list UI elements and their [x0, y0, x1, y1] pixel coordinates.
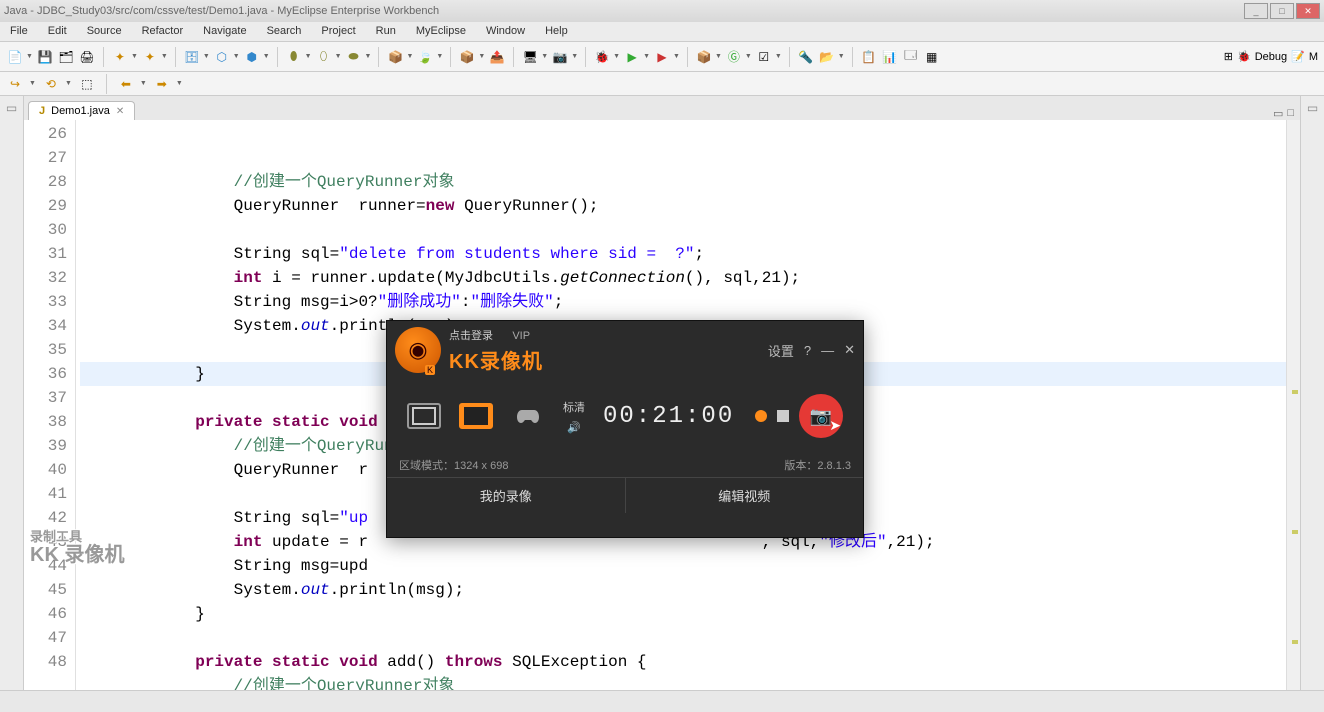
kk-titlebar[interactable]: ◉ 点击登录 VIP KK录像机 设置 ? — ✕: [387, 321, 863, 379]
kk-mode-game[interactable]: [511, 403, 545, 429]
kk-recorder-window[interactable]: ◉ 点击登录 VIP KK录像机 设置 ? — ✕ 标清 🔊 00:21:00 …: [386, 320, 864, 538]
tool2-icon[interactable]: ⬢: [243, 48, 261, 66]
kk-login-link[interactable]: 点击登录: [449, 330, 493, 342]
status-bar: [0, 690, 1324, 712]
misc4-icon[interactable]: ▦: [923, 48, 941, 66]
ext-icon[interactable]: ▶: [653, 48, 671, 66]
class-icon[interactable]: Ⓖ: [725, 48, 743, 66]
kk-settings-link[interactable]: 设置: [768, 341, 794, 360]
kk-mode-info: 区域模式：1324 x 698: [399, 457, 508, 473]
kk-version: 版本：2.8.1.3: [784, 457, 851, 473]
kk-quality-label[interactable]: 标清: [563, 399, 585, 415]
print-icon[interactable]: 🖨: [78, 48, 96, 66]
restore-view-icon[interactable]: ▭: [0, 96, 23, 120]
bug-icon: 🐞: [1237, 50, 1251, 63]
main-toolbar: 📄▼ 💾 🗂 🖨 ✦▼ ✦▼ 🗄▼ ⬡▼ ⬢▼ ⬮▼ ⬯▼ ⬬▼ 📦▼ 🍃▼ 📦…: [0, 42, 1324, 72]
search-icon[interactable]: 🔦: [797, 48, 815, 66]
spring-icon[interactable]: 🍃: [416, 48, 434, 66]
bean-icon[interactable]: ⬮: [285, 48, 303, 66]
kk-mode-fullscreen[interactable]: [407, 403, 441, 429]
new-icon[interactable]: 📄: [6, 48, 24, 66]
menu-project[interactable]: Project: [311, 22, 365, 41]
nav2-icon[interactable]: ⟲: [42, 75, 60, 93]
run-icon[interactable]: ▶: [623, 48, 641, 66]
menu-search[interactable]: Search: [257, 22, 312, 41]
pkg-icon[interactable]: 📦: [695, 48, 713, 66]
camera-icon[interactable]: 📷: [551, 48, 569, 66]
db-icon[interactable]: 🗄: [183, 48, 201, 66]
menu-help[interactable]: Help: [535, 22, 578, 41]
minimize-button[interactable]: _: [1244, 3, 1268, 19]
deploy-icon[interactable]: 📤: [488, 48, 506, 66]
close-tab-icon[interactable]: ✕: [116, 106, 124, 117]
kk-stop-button[interactable]: [777, 410, 789, 422]
back-icon[interactable]: ⬅: [117, 75, 135, 93]
debug-icon[interactable]: 🐞: [593, 48, 611, 66]
kk-screenshot-button[interactable]: 📷➤: [799, 394, 843, 438]
menu-refactor[interactable]: Refactor: [132, 22, 194, 41]
menu-edit[interactable]: Edit: [38, 22, 77, 41]
open-perspective-icon[interactable]: ⊞: [1224, 50, 1233, 63]
open-icon[interactable]: 📂: [818, 48, 836, 66]
editor-tabstrip: J Demo1.java ✕ ▭ □: [24, 96, 1300, 120]
line-gutter: 2627282930313233343536373839404142434445…: [24, 120, 76, 690]
maximize-button[interactable]: □: [1270, 3, 1294, 19]
menu-window[interactable]: Window: [476, 22, 535, 41]
kk-controls: 标清 🔊 00:21:00 📷➤: [387, 379, 863, 453]
perspective-switcher[interactable]: ⊞ 🐞 Debug 📝 M: [1224, 50, 1318, 63]
close-button[interactable]: ✕: [1296, 3, 1320, 19]
misc2-icon[interactable]: 📊: [881, 48, 899, 66]
bean2-icon[interactable]: ⬯: [315, 48, 333, 66]
struts-icon[interactable]: 📦: [386, 48, 404, 66]
kk-volume-icon[interactable]: 🔊: [567, 421, 581, 434]
wizard2-icon[interactable]: ✦: [141, 48, 159, 66]
misc3-icon[interactable]: 🗔: [902, 48, 920, 66]
tool1-icon[interactable]: ⬡: [213, 48, 231, 66]
kk-close-icon[interactable]: ✕: [844, 342, 855, 358]
nav-icon[interactable]: ↪: [6, 75, 24, 93]
menu-myeclipse[interactable]: MyEclipse: [406, 22, 476, 41]
menu-run[interactable]: Run: [366, 22, 406, 41]
kk-vip-label[interactable]: VIP: [512, 330, 530, 342]
restore-view-r-icon[interactable]: ▭: [1301, 96, 1324, 120]
secondary-toolbar: ↪▼ ⟲▼ ⬚ ⬅▼ ➡▼: [0, 72, 1324, 96]
kk-my-recordings-button[interactable]: 我的录像: [387, 478, 626, 513]
menu-bar: File Edit Source Refactor Navigate Searc…: [0, 22, 1324, 42]
server-icon[interactable]: 🖥: [521, 48, 539, 66]
nav3-icon[interactable]: ⬚: [78, 75, 96, 93]
kk-timer: 00:21:00: [603, 403, 734, 430]
menu-navigate[interactable]: Navigate: [193, 22, 256, 41]
task-icon[interactable]: ☑: [755, 48, 773, 66]
save-all-icon[interactable]: 🗂: [57, 48, 75, 66]
kk-logo-icon: ◉: [395, 327, 441, 373]
editor-tab[interactable]: J Demo1.java ✕: [28, 101, 135, 120]
menu-source[interactable]: Source: [77, 22, 132, 41]
edit-perspective-icon[interactable]: 📝: [1291, 50, 1305, 63]
kk-brand: KK录像机: [449, 345, 543, 374]
fwd-icon[interactable]: ➡: [153, 75, 171, 93]
tab-min-icon[interactable]: ▭: [1273, 107, 1283, 120]
window-title: Java - JDBC_Study03/src/com/cssve/test/D…: [4, 5, 1242, 17]
kk-minimize-icon[interactable]: —: [821, 343, 834, 358]
kk-mode-region[interactable]: [459, 403, 493, 429]
menu-file[interactable]: File: [0, 22, 38, 41]
save-icon[interactable]: 💾: [36, 48, 54, 66]
misc1-icon[interactable]: 📋: [860, 48, 878, 66]
kk-info-bar: 区域模式：1324 x 698 版本：2.8.1.3: [387, 453, 863, 477]
kk-bottom-buttons: 我的录像 编辑视频: [387, 477, 863, 513]
tab-max-icon[interactable]: □: [1287, 107, 1294, 120]
window-titlebar: Java - JDBC_Study03/src/com/cssve/test/D…: [0, 0, 1324, 22]
right-trim: ▭: [1300, 96, 1324, 690]
kk-record-button[interactable]: [755, 410, 767, 422]
bean3-icon[interactable]: ⬬: [345, 48, 363, 66]
overview-ruler[interactable]: [1286, 120, 1300, 690]
cursor-icon: ➤: [829, 417, 841, 434]
left-trim: ▭: [0, 96, 24, 690]
tab-label: Demo1.java: [51, 105, 110, 117]
build-icon[interactable]: 📦: [458, 48, 476, 66]
kk-help-icon[interactable]: ?: [804, 343, 811, 358]
java-file-icon: J: [39, 105, 45, 117]
wizard-icon[interactable]: ✦: [111, 48, 129, 66]
kk-edit-video-button[interactable]: 编辑视频: [626, 478, 864, 513]
